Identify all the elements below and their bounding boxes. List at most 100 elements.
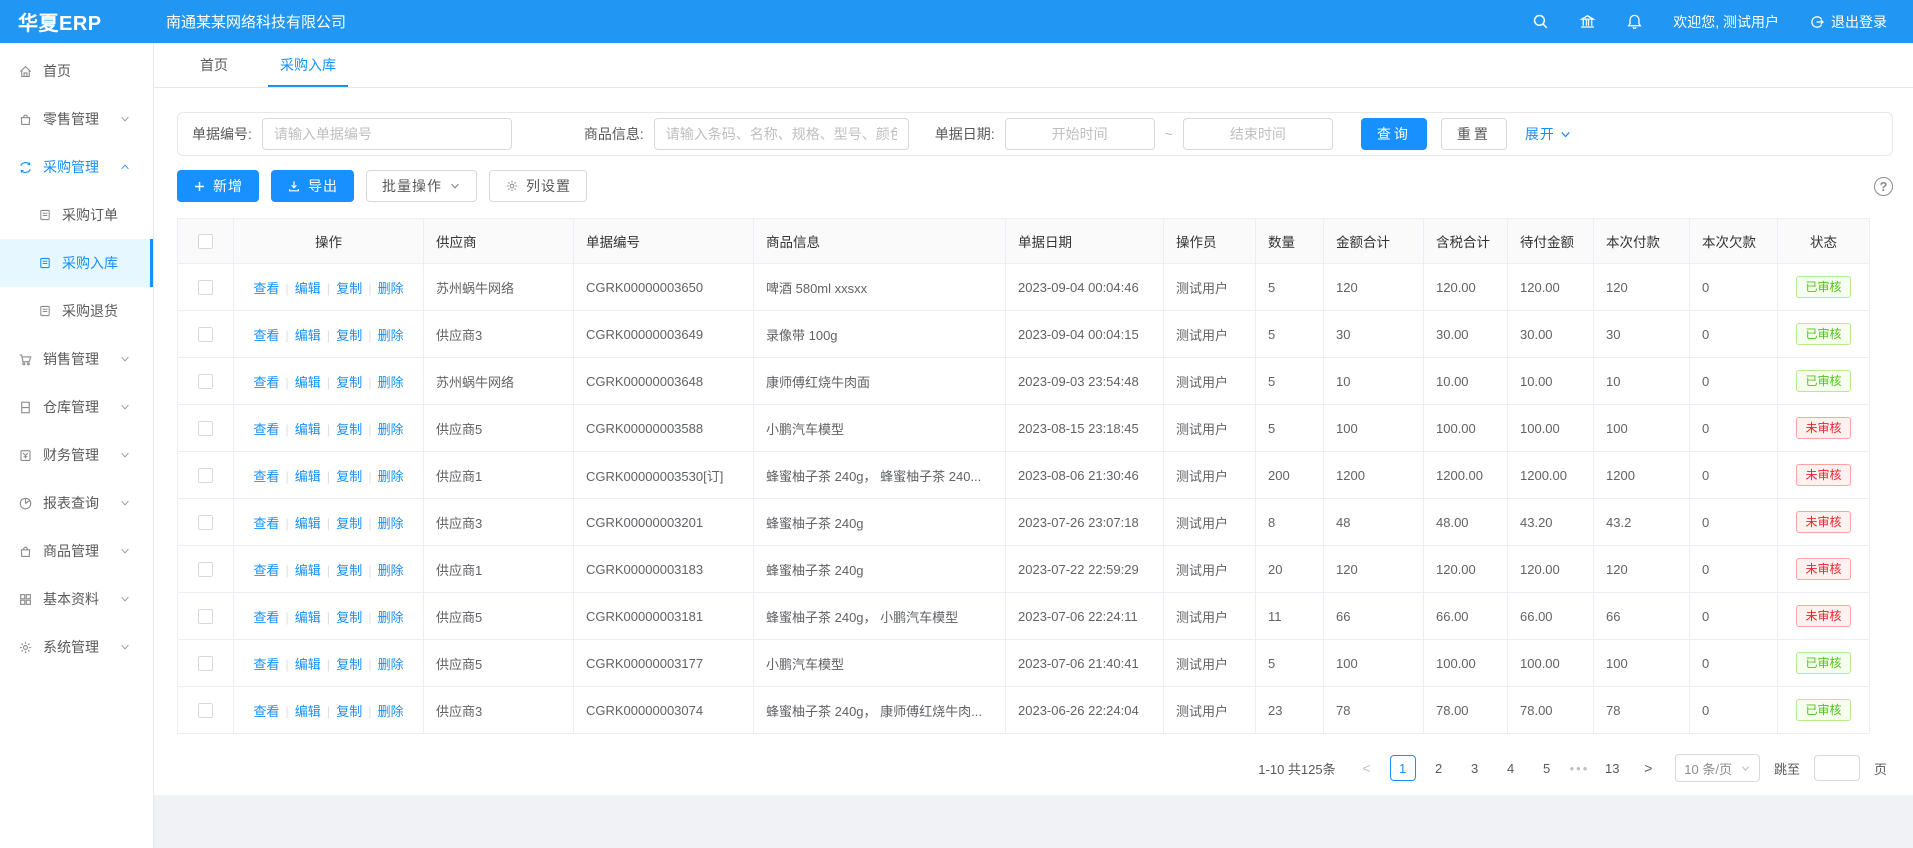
prev-page-button[interactable]: < bbox=[1354, 755, 1380, 781]
row-action-0[interactable]: 查看 bbox=[253, 422, 279, 437]
export-button[interactable]: 导出 bbox=[271, 170, 354, 202]
row-action-0[interactable]: 查看 bbox=[253, 469, 279, 484]
row-action-3[interactable]: 删除 bbox=[378, 516, 404, 531]
platform-icon[interactable] bbox=[1579, 13, 1596, 30]
bill-no-input[interactable] bbox=[262, 118, 512, 150]
row-action-2[interactable]: 复制 bbox=[336, 516, 362, 531]
batch-actions-button[interactable]: 批量操作 bbox=[366, 170, 477, 202]
row-action-3[interactable]: 删除 bbox=[378, 704, 404, 719]
row-action-0[interactable]: 查看 bbox=[253, 328, 279, 343]
tab-home[interactable]: 首页 bbox=[196, 43, 232, 87]
next-page-button[interactable]: > bbox=[1635, 755, 1661, 781]
page-size-select[interactable]: 10 条/页 bbox=[1675, 754, 1760, 782]
page-button-4[interactable]: 4 bbox=[1498, 755, 1524, 781]
row-action-2[interactable]: 复制 bbox=[336, 563, 362, 578]
row-checkbox[interactable] bbox=[198, 562, 213, 577]
logout-button[interactable]: 退出登录 bbox=[1809, 12, 1887, 32]
row-action-3[interactable]: 删除 bbox=[378, 657, 404, 672]
row-action-3[interactable]: 删除 bbox=[378, 469, 404, 484]
sidebar-item-3[interactable]: 采购订单 bbox=[0, 191, 153, 239]
row-action-3[interactable]: 删除 bbox=[378, 563, 404, 578]
row-action-2[interactable]: 复制 bbox=[336, 328, 362, 343]
product-info-input[interactable] bbox=[654, 118, 909, 150]
row-checkbox[interactable] bbox=[198, 280, 213, 295]
row-action-1[interactable]: 编辑 bbox=[295, 375, 321, 390]
sidebar-item-9[interactable]: 报表查询 bbox=[0, 479, 153, 527]
sidebar-item-10[interactable]: 商品管理 bbox=[0, 527, 153, 575]
page-button-13[interactable]: 13 bbox=[1599, 755, 1625, 781]
jump-to-page-input[interactable] bbox=[1814, 755, 1860, 781]
row-action-2[interactable]: 复制 bbox=[336, 657, 362, 672]
row-action-1[interactable]: 编辑 bbox=[295, 469, 321, 484]
sidebar-nav: 首页零售管理采购管理采购订单采购入库采购退货销售管理仓库管理财务管理报表查询商品… bbox=[0, 43, 154, 848]
row-action-1[interactable]: 编辑 bbox=[295, 704, 321, 719]
sidebar-item-6[interactable]: 销售管理 bbox=[0, 335, 153, 383]
cell-amount: 10 bbox=[1324, 358, 1424, 405]
row-checkbox[interactable] bbox=[198, 327, 213, 342]
row-action-1[interactable]: 编辑 bbox=[295, 516, 321, 531]
row-action-3[interactable]: 删除 bbox=[378, 610, 404, 625]
search-icon[interactable] bbox=[1532, 13, 1549, 30]
cell-supplier: 供应商5 bbox=[424, 593, 574, 640]
pagination-ellipsis[interactable]: ••• bbox=[1570, 761, 1590, 776]
reset-button[interactable]: 重置 bbox=[1441, 118, 1507, 150]
row-action-0[interactable]: 查看 bbox=[253, 375, 279, 390]
add-button[interactable]: 新增 bbox=[177, 170, 259, 202]
row-action-0[interactable]: 查看 bbox=[253, 516, 279, 531]
tab-purchase-inbound[interactable]: 采购入库 bbox=[276, 43, 340, 87]
row-action-0[interactable]: 查看 bbox=[253, 704, 279, 719]
page-button-5[interactable]: 5 bbox=[1534, 755, 1560, 781]
sidebar-item-12[interactable]: 系统管理 bbox=[0, 623, 153, 671]
row-action-0[interactable]: 查看 bbox=[253, 657, 279, 672]
row-action-3[interactable]: 删除 bbox=[378, 281, 404, 296]
sidebar-item-label: 首页 bbox=[43, 61, 141, 81]
row-action-1[interactable]: 编辑 bbox=[295, 422, 321, 437]
row-action-3[interactable]: 删除 bbox=[378, 422, 404, 437]
row-action-2[interactable]: 复制 bbox=[336, 610, 362, 625]
sidebar-item-2[interactable]: 采购管理 bbox=[0, 143, 153, 191]
sidebar-item-8[interactable]: 财务管理 bbox=[0, 431, 153, 479]
search-button[interactable]: 查询 bbox=[1361, 118, 1427, 150]
sidebar-item-1[interactable]: 零售管理 bbox=[0, 95, 153, 143]
end-date-input[interactable] bbox=[1183, 118, 1333, 150]
sidebar-item-0[interactable]: 首页 bbox=[0, 47, 153, 95]
row-action-1[interactable]: 编辑 bbox=[295, 281, 321, 296]
row-action-3[interactable]: 删除 bbox=[378, 328, 404, 343]
column-settings-button[interactable]: 列设置 bbox=[489, 170, 587, 202]
expand-link[interactable]: 展开 bbox=[1525, 124, 1572, 144]
row-checkbox[interactable] bbox=[198, 609, 213, 624]
sidebar-item-11[interactable]: 基本资料 bbox=[0, 575, 153, 623]
row-action-0[interactable]: 查看 bbox=[253, 610, 279, 625]
row-action-1[interactable]: 编辑 bbox=[295, 563, 321, 578]
row-action-0[interactable]: 查看 bbox=[253, 281, 279, 296]
row-action-2[interactable]: 复制 bbox=[336, 704, 362, 719]
row-checkbox[interactable] bbox=[198, 374, 213, 389]
row-checkbox[interactable] bbox=[198, 515, 213, 530]
page-button-1[interactable]: 1 bbox=[1390, 755, 1416, 781]
row-checkbox[interactable] bbox=[198, 656, 213, 671]
row-checkbox[interactable] bbox=[198, 421, 213, 436]
row-action-2[interactable]: 复制 bbox=[336, 422, 362, 437]
row-action-1[interactable]: 编辑 bbox=[295, 610, 321, 625]
row-checkbox[interactable] bbox=[198, 234, 213, 249]
sidebar-item-7[interactable]: 仓库管理 bbox=[0, 383, 153, 431]
help-icon[interactable]: ? bbox=[1874, 177, 1893, 196]
sidebar-item-5[interactable]: 采购退货 bbox=[0, 287, 153, 335]
cell-operator: 测试用户 bbox=[1164, 687, 1256, 734]
row-checkbox[interactable] bbox=[198, 468, 213, 483]
row-action-2[interactable]: 复制 bbox=[336, 469, 362, 484]
start-date-input[interactable] bbox=[1005, 118, 1155, 150]
bell-icon[interactable] bbox=[1626, 13, 1643, 30]
sidebar-item-4[interactable]: 采购入库 bbox=[0, 239, 153, 287]
row-checkbox[interactable] bbox=[198, 703, 213, 718]
page-button-2[interactable]: 2 bbox=[1426, 755, 1452, 781]
page-button-3[interactable]: 3 bbox=[1462, 755, 1488, 781]
row-action-2[interactable]: 复制 bbox=[336, 375, 362, 390]
row-action-3[interactable]: 删除 bbox=[378, 375, 404, 390]
row-action-2[interactable]: 复制 bbox=[336, 281, 362, 296]
row-action-0[interactable]: 查看 bbox=[253, 563, 279, 578]
cell-qty: 5 bbox=[1256, 311, 1324, 358]
row-action-1[interactable]: 编辑 bbox=[295, 657, 321, 672]
row-action-1[interactable]: 编辑 bbox=[295, 328, 321, 343]
sidebar-item-label: 仓库管理 bbox=[43, 397, 115, 417]
